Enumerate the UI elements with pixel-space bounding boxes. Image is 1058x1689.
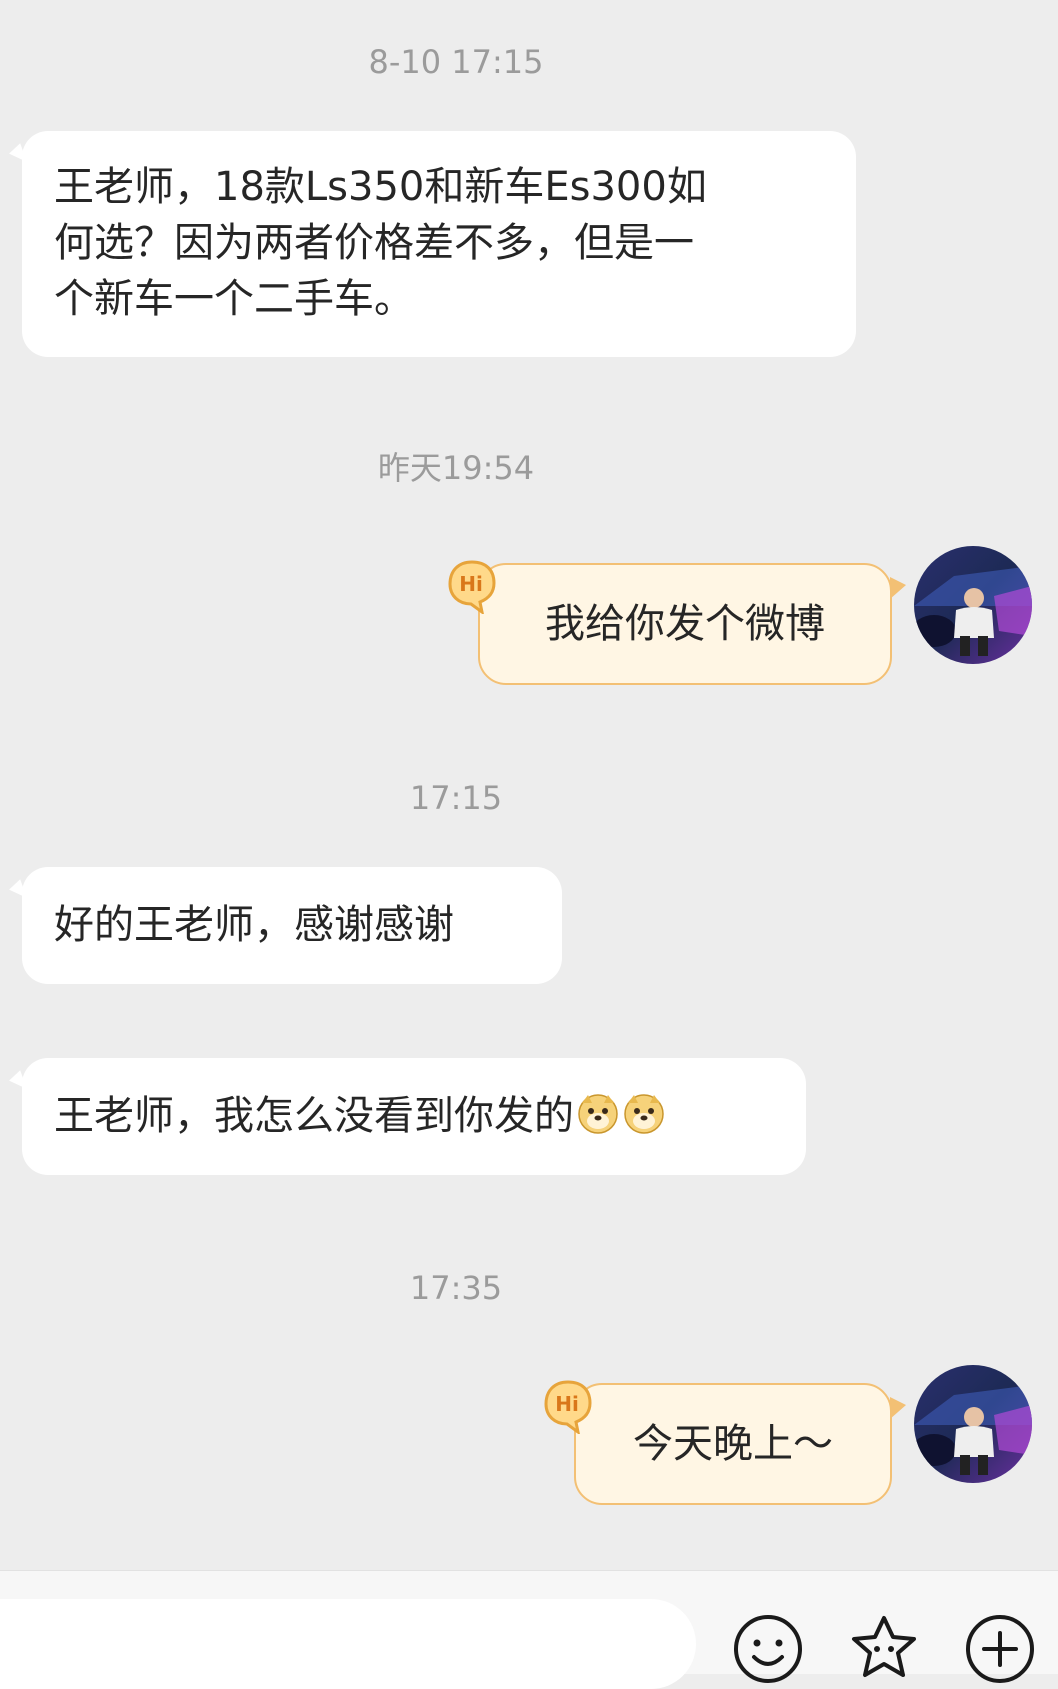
incoming-message-bubble[interactable]: 王老师，我怎么没看到你发的	[22, 1058, 806, 1175]
plus-circle-icon[interactable]	[964, 1613, 1036, 1685]
message-text: 好的王老师，感谢感谢	[54, 902, 454, 948]
avatar[interactable]	[914, 546, 1032, 664]
message-text-line: 何选？因为两者价格差不多，但是一	[54, 220, 694, 266]
doge-emoji-icon	[624, 1094, 664, 1134]
timestamp: 昨天19:54	[377, 449, 535, 487]
outgoing-message-bubble[interactable]: 我给你发个微博	[478, 563, 906, 685]
timestamp: 17:35	[409, 1269, 503, 1307]
doge-emoji-icon	[578, 1094, 618, 1134]
input-bar	[0, 1570, 1058, 1689]
outgoing-message-bubble[interactable]: 今天晚上～	[574, 1383, 906, 1505]
message-text-line: 个新车一个二手车。	[54, 276, 414, 322]
timestamp: 8-10 17:15	[368, 43, 544, 81]
message-text: 今天晚上～	[633, 1421, 833, 1467]
incoming-message-bubble[interactable]: 王老师，18款Ls350和新车Es300如 何选？因为两者价格差不多，但是一 个…	[22, 131, 856, 357]
smiley-face-icon[interactable]	[732, 1613, 804, 1685]
avatar[interactable]	[914, 1365, 1032, 1483]
incoming-message-bubble[interactable]: 好的王老师，感谢感谢	[22, 867, 562, 984]
hi-badge-label: Hi	[555, 1392, 579, 1416]
timestamp: 17:15	[409, 779, 503, 817]
hi-badge-icon: Hi	[544, 1380, 592, 1434]
hi-badge-icon: Hi	[448, 560, 496, 614]
hi-badge-label: Hi	[459, 572, 483, 596]
message-text-line: 王老师，18款Ls350和新车Es300如	[54, 164, 707, 210]
message-text: 我给你发个微博	[545, 601, 825, 647]
chat-area[interactable]: 8-10 17:15 王老师，18款Ls350和新车Es300如 何选？因为两者…	[0, 0, 1058, 1570]
message-text: 王老师，我怎么没看到你发的	[54, 1093, 574, 1139]
star-face-icon[interactable]	[848, 1613, 920, 1685]
message-input[interactable]	[0, 1599, 696, 1689]
